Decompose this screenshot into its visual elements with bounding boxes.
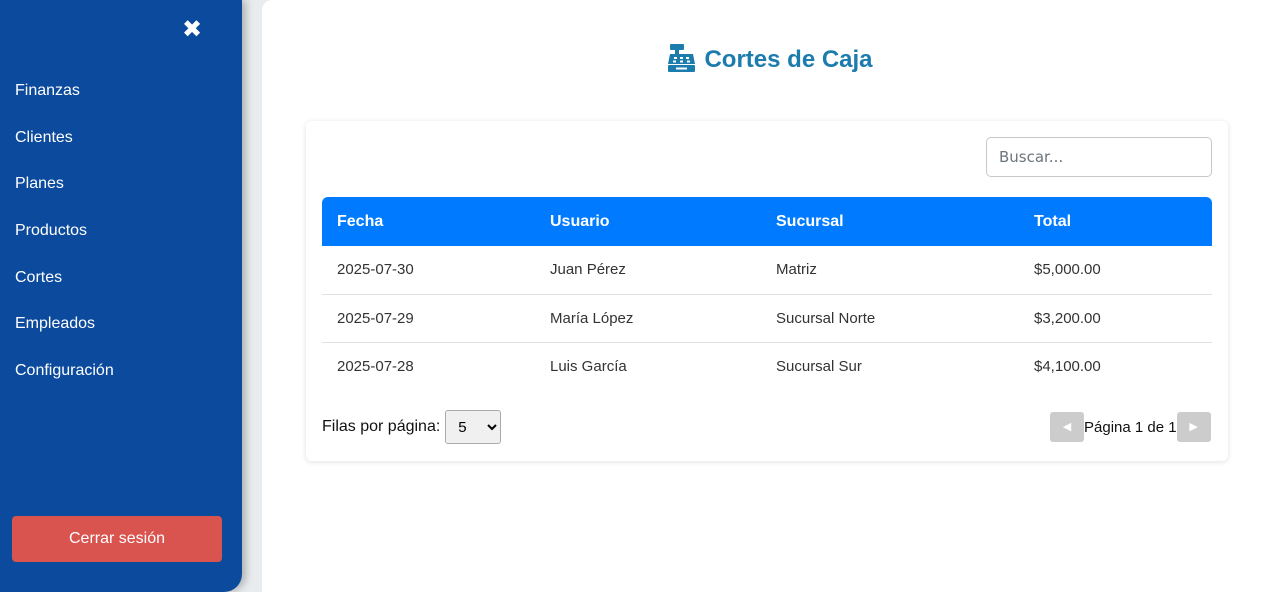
cell-total: $3,200.00 (1034, 309, 1101, 327)
page-title-text: Cortes de Caja (704, 46, 873, 73)
logout-button[interactable]: Cerrar sesión (12, 516, 222, 562)
sidebar-item-planes[interactable]: Planes (0, 161, 242, 208)
cell-total: $4,100.00 (1034, 357, 1101, 375)
table-row[interactable]: 2025-07-28 Luis García Sucursal Sur $4,1… (322, 342, 1212, 390)
rows-per-page-select[interactable]: 5 (445, 410, 502, 444)
cortes-card: Fecha Usuario Sucursal Total 2025-07-30 … (306, 121, 1228, 461)
column-header-usuario[interactable]: Usuario (535, 197, 761, 246)
pagination: ◀ Página 1 de 1 ▶ (1050, 412, 1211, 442)
sidebar-item-cortes[interactable]: Cortes (0, 255, 242, 302)
cell-fecha: 2025-07-30 (337, 261, 414, 279)
column-header-sucursal[interactable]: Sucursal (761, 197, 1019, 246)
page-title: Cortes de Caja (262, 44, 1261, 79)
page-indicator: Página 1 de 1 (1084, 418, 1177, 436)
cortes-table: Fecha Usuario Sucursal Total 2025-07-30 … (322, 197, 1212, 390)
sidebar-nav: Finanzas Clientes Planes Productos Corte… (0, 68, 242, 395)
sidebar-item-finanzas[interactable]: Finanzas (0, 68, 242, 115)
cell-sucursal: Sucursal Sur (776, 357, 862, 375)
cell-fecha: 2025-07-28 (337, 357, 414, 375)
sidebar-item-clientes[interactable]: Clientes (0, 115, 242, 162)
table-row[interactable]: 2025-07-30 Juan Pérez Matriz $5,000.00 (322, 246, 1212, 294)
next-page-button[interactable]: ▶ (1176, 412, 1211, 442)
prev-page-button[interactable]: ◀ (1050, 412, 1084, 442)
cell-usuario: Juan Pérez (550, 261, 626, 279)
rows-per-page: Filas por página: 5 (322, 410, 502, 444)
column-header-fecha[interactable]: Fecha (322, 197, 535, 246)
table-row[interactable]: 2025-07-29 María López Sucursal Norte $3… (322, 294, 1212, 342)
close-icon[interactable]: ✖ (178, 14, 206, 44)
cell-fecha: 2025-07-29 (337, 309, 414, 327)
rows-per-page-label: Filas por página: (322, 418, 441, 435)
search-input[interactable] (986, 137, 1212, 177)
main-content: Cortes de Caja Fecha Usuario Sucursal To… (262, 0, 1261, 592)
cell-total: $5,000.00 (1034, 261, 1101, 279)
sidebar: ✖ Finanzas Clientes Planes Productos Cor… (0, 0, 242, 592)
cell-sucursal: Sucursal Norte (776, 309, 876, 327)
cell-sucursal: Matriz (776, 261, 817, 279)
cash-register-icon (667, 44, 696, 79)
table-header-row: Fecha Usuario Sucursal Total (322, 197, 1212, 246)
sidebar-item-productos[interactable]: Productos (0, 208, 242, 255)
column-header-total[interactable]: Total (1019, 197, 1212, 246)
sidebar-item-empleados[interactable]: Empleados (0, 301, 242, 348)
cell-usuario: María López (550, 309, 634, 327)
sidebar-item-configuracion[interactable]: Configuración (0, 348, 242, 395)
cell-usuario: Luis García (550, 357, 627, 375)
